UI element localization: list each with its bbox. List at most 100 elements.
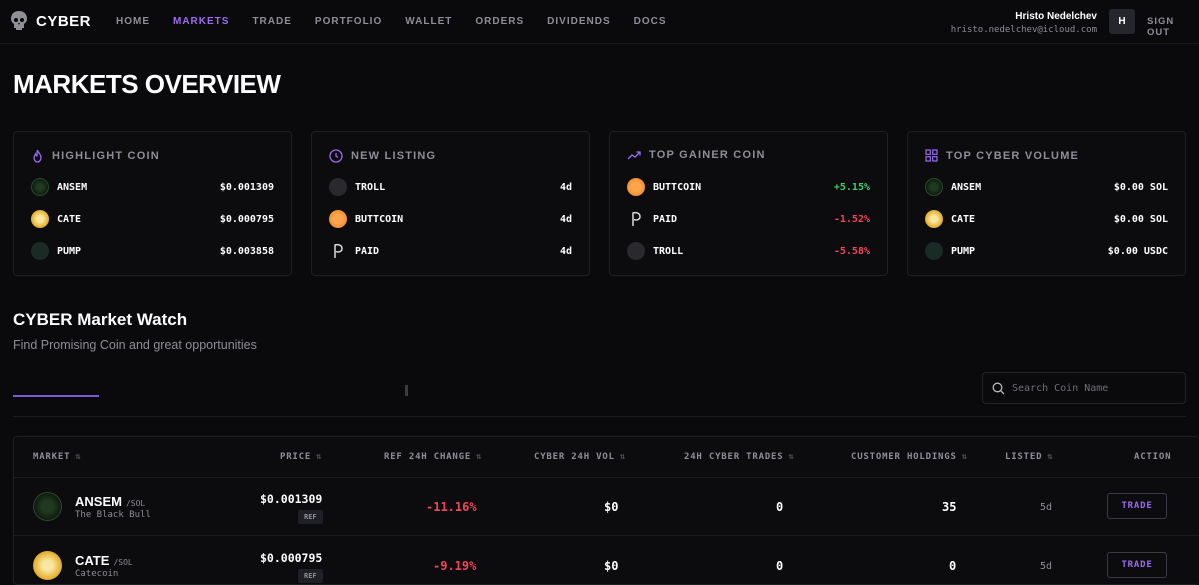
market-symbol: CATE/SOL	[75, 553, 133, 568]
card-coin-row[interactable]: BUTTCOIN +5.15%	[627, 177, 870, 197]
col-label: ACTION	[1134, 452, 1172, 462]
card-coin-row[interactable]: PUMP $0.003858	[31, 241, 274, 261]
page-title: MARKETS OVERVIEW	[13, 69, 281, 99]
symbol-text: ANSEM	[75, 494, 122, 509]
col-market[interactable]: MARKET ⇅	[33, 452, 82, 462]
col-cyber-vol[interactable]: CYBER 24H VOL ⇅	[534, 452, 626, 462]
col-listed[interactable]: LISTED ⇅	[1005, 452, 1054, 462]
trade-button[interactable]: TRADE	[1107, 493, 1167, 519]
card-coin-row[interactable]: PAID 4d	[329, 241, 572, 261]
card-coin-row[interactable]: PUMP $0.00 USDC	[925, 241, 1168, 261]
market-table: MARKET ⇅ PRICE ⇅ REF 24H CHANGE ⇅ CYBER 24H…	[13, 436, 1199, 585]
sort-icon: ⇅	[476, 452, 483, 462]
market-watch-title: CYBER Market Watch	[13, 310, 188, 329]
card-top-gainer: TOP GAINER COIN BUTTCOIN +5.15% PAID -1.52…	[609, 131, 888, 276]
listed-age: 5d	[1040, 502, 1053, 513]
coin-name: TROLL	[355, 181, 386, 193]
card-coin-row[interactable]: ANSEM $0.00 SOL	[925, 177, 1168, 197]
buttcoin-coin-icon	[329, 210, 347, 228]
card-coin-row[interactable]: PAID -1.52%	[627, 209, 870, 229]
search-box[interactable]	[982, 372, 1186, 404]
col-label: CUSTOMER HOLDINGS	[851, 452, 957, 462]
nav-dividends[interactable]: DIVIDENDS	[547, 16, 610, 27]
user-email: hristo.nedelchev@icloud.com	[950, 25, 1097, 35]
sort-icon: ⇅	[961, 452, 968, 462]
card-new-listing: NEW LISTING TROLL 4d BUTTCOIN 4d PAID 4d	[311, 131, 590, 276]
col-cyber-trades[interactable]: 24H CYBER TRADES ⇅	[684, 452, 795, 462]
coin-name: PAID	[355, 245, 380, 257]
nav-links: HOME MARKETS TRADE PORTFOLIO WALLET ORDE…	[116, 16, 690, 27]
card-highlight-coin: HIGHLIGHT COIN ANSEM $0.001309 CATE $0.000…	[13, 131, 292, 276]
col-label: MARKET	[33, 452, 71, 462]
card-coin-row[interactable]: TROLL 4d	[329, 177, 572, 197]
nav-markets[interactable]: MARKETS	[173, 16, 229, 27]
card-title: TOP GAINER COIN	[649, 149, 766, 161]
search-icon	[992, 382, 1005, 394]
sort-icon: ⇅	[75, 452, 82, 462]
card-coin-row[interactable]: TROLL -5.58%	[627, 241, 870, 261]
sort-icon: ⇅	[316, 452, 323, 462]
col-ref-change[interactable]: REF 24H CHANGE ⇅	[384, 452, 482, 462]
coin-name: BUTTCOIN	[355, 213, 404, 225]
nav-portfolio[interactable]: PORTFOLIO	[315, 16, 382, 27]
cyber-volume: $0	[604, 559, 619, 573]
sign-out-button[interactable]: SIGN OUT	[1147, 16, 1199, 38]
col-action: ACTION	[1134, 452, 1171, 462]
sort-icon: ⇅	[619, 452, 627, 462]
trend-up-icon	[627, 151, 641, 160]
pump-coin-icon	[925, 242, 943, 260]
coin-value: 4d	[559, 213, 572, 225]
brand-logo[interactable]: CYBER	[10, 10, 91, 32]
sort-icon: ⇅	[1047, 452, 1054, 462]
active-tab-indicator[interactable]	[13, 395, 99, 397]
pump-coin-icon	[31, 242, 49, 260]
coin-name: TROLL	[653, 245, 684, 257]
nav-home[interactable]: HOME	[116, 16, 150, 27]
nav-orders[interactable]: ORDERS	[475, 16, 524, 27]
nav-trade[interactable]: TRADE	[252, 16, 291, 27]
card-coin-row[interactable]: CATE $0.00 SOL	[925, 209, 1168, 229]
ansem-coin-icon	[33, 492, 62, 521]
symbol-text: CATE	[75, 553, 110, 568]
nav-docs[interactable]: DOCS	[634, 16, 667, 27]
coin-change: -5.58%	[833, 245, 870, 257]
card-coin-row[interactable]: ANSEM $0.001309	[31, 177, 274, 197]
col-price[interactable]: PRICE ⇅	[280, 452, 322, 462]
ref-badge: REF	[298, 569, 323, 583]
cyber-trades: 0	[776, 500, 784, 514]
card-top-volume: TOP CYBER VOLUME ANSEM $0.00 SOL CATE $0.0…	[907, 131, 1186, 276]
user-info: Hristo Nedelchev hristo.nedelchev@icloud…	[951, 11, 1097, 35]
troll-coin-icon	[627, 242, 645, 260]
ref-change: -11.16%	[426, 500, 477, 514]
col-holdings[interactable]: CUSTOMER HOLDINGS ⇅	[851, 452, 968, 462]
avatar[interactable]: H	[1109, 9, 1135, 34]
cate-coin-icon	[33, 551, 62, 580]
sort-icon: ⇅	[788, 452, 795, 462]
table-row[interactable]: CATE/SOL Catecoin $0.000795 REF -9.19% $…	[14, 535, 1199, 585]
scroll-handle[interactable]	[405, 385, 408, 396]
buttcoin-coin-icon	[627, 178, 645, 196]
ref-badge: REF	[298, 510, 323, 524]
coin-change: +5.15%	[833, 181, 870, 193]
coin-volume: $0.00 SOL	[1113, 213, 1168, 225]
nav-wallet[interactable]: WALLET	[405, 16, 452, 27]
top-nav: CYBER HOME MARKETS TRADE PORTFOLIO WALLE…	[0, 0, 1199, 44]
trade-button[interactable]: TRADE	[1107, 552, 1167, 578]
market-pair: /SOL	[125, 499, 146, 508]
cate-coin-icon	[925, 210, 943, 228]
table-row[interactable]: ANSEM/SOL The Black Bull $0.001309 REF -…	[14, 477, 1199, 536]
search-input[interactable]	[1012, 382, 1172, 394]
coin-name: CATE	[57, 213, 82, 225]
brand-name: CYBER	[36, 12, 92, 30]
market-pair: /SOL	[113, 558, 133, 567]
coin-change: -1.52%	[833, 213, 870, 225]
market-symbol: ANSEM/SOL	[75, 494, 145, 509]
price: $0.000795	[260, 551, 323, 565]
ansem-coin-icon	[925, 178, 943, 196]
col-label: 24H CYBER TRADES	[684, 452, 784, 462]
coin-name: PUMP	[951, 245, 976, 257]
coin-value: 4d	[559, 245, 572, 257]
card-coin-row[interactable]: CATE $0.000795	[31, 209, 274, 229]
card-coin-row[interactable]: BUTTCOIN 4d	[329, 209, 572, 229]
coin-volume: $0.00 USDC	[1107, 245, 1168, 257]
